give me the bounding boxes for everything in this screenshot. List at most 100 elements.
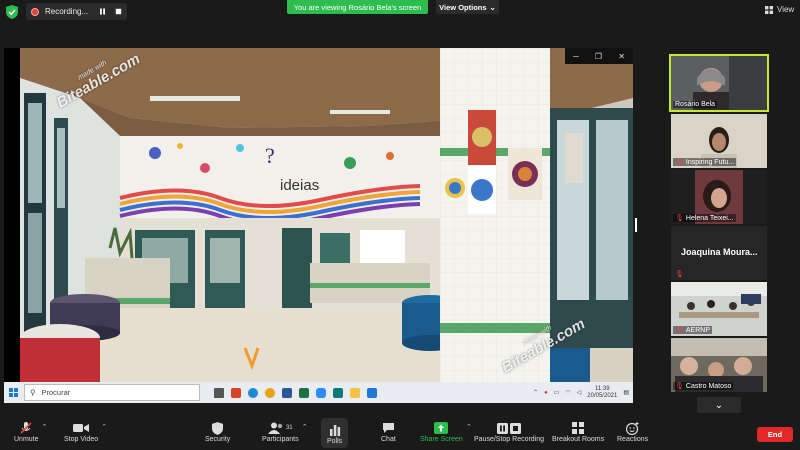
stop-video-label: Stop Video <box>64 436 99 443</box>
security-label: Security <box>205 436 231 443</box>
chevron-up-icon[interactable]: ⌃ <box>101 423 107 431</box>
share-screen-icon <box>434 420 449 436</box>
viewing-banner: You are viewing Rosário Bela's screen <box>287 0 428 14</box>
view-label: View <box>777 5 795 14</box>
share-screen-label: Share Screen <box>420 436 463 443</box>
reactions-label: Reactions <box>617 436 649 443</box>
view-options-button[interactable]: View Options ⌄ <box>436 0 499 14</box>
participant-name: Inspiring Futu... <box>685 158 735 166</box>
share-screen-button[interactable]: Share Screen ⌃ <box>420 420 472 443</box>
zoom-meeting-window: Recording... You are viewing Rosário Bel… <box>0 0 800 450</box>
publisher-icon[interactable] <box>333 387 343 398</box>
chrome-icon[interactable] <box>265 387 275 398</box>
stop-icon[interactable] <box>111 5 125 19</box>
file-explorer-icon[interactable] <box>350 387 360 398</box>
participant-tile-aernp[interactable]: 🎙 AERNP <box>671 282 767 336</box>
pause-icon[interactable] <box>95 5 109 19</box>
system-tray: ⌃ ● ▭ ◠ ◁ 11:39 20/05/2021 ▤ <box>533 382 629 403</box>
windows-start-icon[interactable] <box>4 382 22 403</box>
close-icon[interactable]: ✕ <box>618 52 625 61</box>
taskbar-search-placeholder: Procurar <box>41 388 71 397</box>
grid-icon <box>765 5 773 14</box>
chevron-up-icon[interactable]: ⌃ <box>42 423 48 431</box>
battery-icon[interactable]: ▭ <box>554 389 560 396</box>
svg-text:ideias: ideias <box>280 177 319 194</box>
participant-tile-inspiring[interactable]: 🎙 Inspiring Futu... <box>671 114 767 168</box>
participant-name-tag: 🎙 Helena Teixei... <box>673 214 736 222</box>
chevron-up-icon[interactable]: ⌃ <box>466 423 472 431</box>
taskbar-apps <box>214 387 377 398</box>
participant-tile-joaquina[interactable]: Joaquina Moura... 🎙 <box>671 226 767 280</box>
participant-name: Helena Teixei... <box>685 214 734 222</box>
video-camera-icon <box>73 420 90 436</box>
chat-icon <box>382 420 395 436</box>
volume-icon[interactable]: ◁ <box>577 389 582 396</box>
taskbar-clock[interactable]: 11:39 20/05/2021 <box>587 386 617 400</box>
svg-text:?: ? <box>265 143 275 168</box>
smiley-plus-icon <box>626 420 639 436</box>
participant-name-tag: 🎙 <box>673 270 686 278</box>
shield-icon <box>212 420 224 436</box>
participants-icon: 31 <box>267 420 293 436</box>
shared-screen: ? ideias made with Biteable.com made wit… <box>4 48 633 403</box>
pause-stop-icons <box>497 420 522 436</box>
stop-video-button[interactable]: Stop Video ⌃ <box>64 420 107 443</box>
meeting-toolbar: Unmute ⌃ Stop Video ⌃ Security 31 Partic… <box>0 416 800 450</box>
maximize-icon[interactable]: ❐ <box>595 52 602 61</box>
chevron-down-icon: ⌄ <box>489 2 496 12</box>
media-player-icon[interactable] <box>367 387 377 398</box>
chat-label: Chat <box>381 436 396 443</box>
record-tray-icon[interactable]: ● <box>544 390 548 396</box>
mic-muted-icon: 🎙 <box>675 271 684 278</box>
view-button[interactable]: View <box>765 5 794 14</box>
participants-count: 31 <box>285 425 293 431</box>
window-controls: ─ ❐ ✕ <box>565 48 633 64</box>
chevron-up-icon[interactable]: ⌃ <box>533 389 538 396</box>
chevron-down-icon: ⌄ <box>714 399 724 411</box>
edge-icon[interactable] <box>248 387 258 398</box>
hallway-photo: ? ideias made with Biteable.com made wit… <box>20 48 633 382</box>
end-meeting-button[interactable]: End <box>757 427 793 442</box>
mic-muted-icon: 🎙 <box>675 159 684 166</box>
participant-tile-helena[interactable]: 🎙 Helena Teixei... <box>671 170 767 224</box>
polls-label: Polls <box>327 437 343 445</box>
security-button[interactable]: Security <box>205 420 230 443</box>
chevron-up-icon[interactable]: ⌃ <box>302 423 308 431</box>
panel-divider-handle[interactable] <box>635 218 637 232</box>
pause-stop-recording-button[interactable]: Pause/Stop Recording <box>474 420 544 443</box>
taskbar-date: 20/05/2021 <box>587 392 618 399</box>
breakout-rooms-label: Breakout Rooms <box>552 436 605 443</box>
recording-label: Pause/Stop Recording <box>474 436 545 443</box>
participant-name: Rosário Bela <box>675 101 716 108</box>
wifi-icon[interactable]: ◠ <box>565 389 570 396</box>
excel-icon[interactable] <box>299 387 309 398</box>
scroll-participants-down-button[interactable]: ⌄ <box>697 397 741 413</box>
zoom-icon[interactable] <box>316 387 326 398</box>
powerpoint-icon[interactable] <box>231 387 241 398</box>
polls-button[interactable]: Polls <box>321 418 349 448</box>
participant-name-tag: 🎙 Inspiring Futu... <box>673 158 737 166</box>
shield-icon[interactable] <box>6 5 18 19</box>
participant-tile-rosario-bela[interactable]: Rosário Bela <box>669 54 769 112</box>
word-icon[interactable] <box>282 387 292 398</box>
unmute-button[interactable]: Unmute ⌃ <box>14 420 48 443</box>
taskbar-search-box[interactable]: ⚲ Procurar <box>24 384 200 401</box>
participants-button[interactable]: 31 Participants ⌃ <box>262 420 308 443</box>
reactions-button[interactable]: Reactions <box>617 420 648 443</box>
participant-name: Castro Matoso <box>685 382 732 390</box>
participant-tile-castro-matoso[interactable]: 🎙 Castro Matoso <box>671 338 767 392</box>
breakout-rooms-button[interactable]: Breakout Rooms <box>552 420 604 443</box>
mic-muted-icon: 🎙 <box>675 327 684 334</box>
recording-label: Recording... <box>45 7 89 16</box>
windows-taskbar: ⚲ Procurar ⌃ ● ▭ ◠ ◁ 11:39 20/05/2021 ▤ <box>4 382 633 403</box>
participant-name-tag: 🎙 Castro Matoso <box>673 382 734 390</box>
minimize-icon[interactable]: ─ <box>573 52 579 61</box>
mic-off-icon <box>19 420 33 436</box>
chat-button[interactable]: Chat <box>381 420 396 443</box>
task-view-icon[interactable] <box>214 387 224 398</box>
search-icon: ⚲ <box>30 388 36 397</box>
notification-icon[interactable]: ▤ <box>623 389 629 396</box>
participant-display-name: Joaquina Moura... <box>681 247 758 257</box>
polls-icon <box>329 422 341 438</box>
breakout-rooms-icon <box>572 420 585 436</box>
